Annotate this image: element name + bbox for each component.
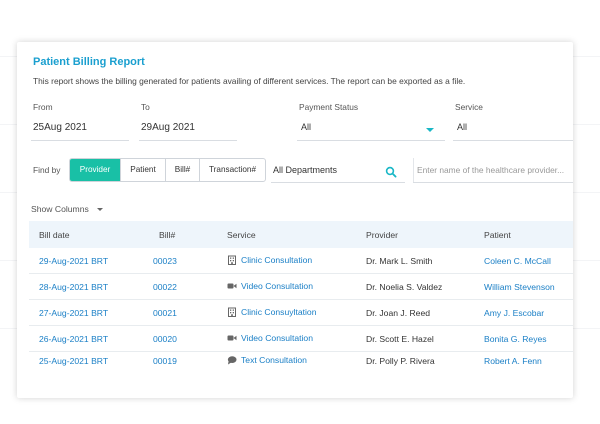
table-row[interactable]: 26-Aug-2021 BRT 00020 Video Consultation… — [29, 326, 573, 352]
service-label: Text Consultation — [241, 355, 307, 365]
from-date-input[interactable]: 25Aug 2021 — [33, 122, 87, 133]
service-cell[interactable]: Text Consultation — [227, 355, 307, 365]
chevron-down-icon — [97, 208, 104, 212]
provider-name: Dr. Polly P. Rivera — [366, 356, 435, 366]
service-label: Clinic Consuyltation — [241, 307, 317, 317]
show-columns-label: Show Columns — [31, 204, 89, 214]
bill-number[interactable]: 00019 — [153, 356, 177, 366]
findby-bill-button[interactable]: Bill# — [166, 159, 200, 181]
to-label: To — [141, 102, 150, 112]
patient-name[interactable]: Robert A. Fenn — [484, 356, 542, 366]
bill-date[interactable]: 25-Aug-2021 BRT — [39, 356, 108, 366]
patient-name[interactable]: Coleen C. McCall — [484, 256, 551, 266]
findby-provider-button[interactable]: Provider — [70, 159, 121, 181]
table-row[interactable]: 27-Aug-2021 BRT 00021 Clinic Consuyltati… — [29, 300, 573, 326]
clinic-icon — [228, 255, 236, 265]
show-columns-button[interactable]: Show Columns — [31, 204, 104, 214]
provider-name: Dr. Scott E. Hazel — [366, 334, 434, 344]
provider-divider — [413, 158, 414, 182]
bill-number[interactable]: 00020 — [153, 334, 177, 344]
findby-patient-button[interactable]: Patient — [121, 159, 166, 181]
service-label: Service — [455, 102, 483, 112]
findby-transaction-button[interactable]: Transaction# — [200, 159, 265, 181]
provider-search-input[interactable]: Enter name of the healthcare provider... — [417, 165, 564, 175]
department-underline — [271, 182, 405, 183]
bill-number[interactable]: 00021 — [153, 308, 177, 318]
provider-name: Dr. Mark L. Smith — [366, 256, 433, 266]
provider-name: Dr. Joan J. Reed — [366, 308, 431, 318]
clinic-icon — [228, 307, 236, 317]
bill-date[interactable]: 28-Aug-2021 BRT — [39, 282, 108, 292]
bill-date[interactable]: 29-Aug-2021 BRT — [39, 256, 108, 266]
table-header: Bill date Bill# Service Provider Patient — [29, 221, 573, 248]
table-row[interactable]: 28-Aug-2021 BRT 00022 Video Consultation… — [29, 274, 573, 300]
service-underline — [453, 140, 573, 141]
findby-segmented-control: Provider Patient Bill# Transaction# — [69, 158, 266, 182]
service-label: Clinic Consultation — [241, 255, 313, 265]
billing-report-card: Patient Billing Report This report shows… — [17, 42, 573, 398]
payment-underline — [297, 140, 445, 141]
report-description: This report shows the billing generated … — [33, 76, 466, 86]
video-icon — [227, 335, 237, 341]
service-cell[interactable]: Video Consultation — [227, 281, 313, 291]
header-service[interactable]: Service — [227, 230, 256, 240]
findby-label: Find by — [33, 165, 61, 175]
bill-number[interactable]: 00022 — [153, 282, 177, 292]
service-cell[interactable]: Clinic Consuyltation — [227, 307, 316, 317]
bill-date[interactable]: 27-Aug-2021 BRT — [39, 308, 108, 318]
provider-name: Dr. Noelia S. Valdez — [366, 282, 443, 292]
chevron-down-icon[interactable] — [426, 128, 434, 132]
service-select[interactable]: All — [457, 122, 467, 132]
table-row[interactable]: 25-Aug-2021 BRT 00019 Text Consultation … — [29, 352, 573, 374]
search-icon[interactable] — [385, 166, 397, 178]
service-label: Video Consultation — [241, 281, 313, 291]
patient-name[interactable]: Amy J. Escobar — [484, 308, 544, 318]
to-date-input[interactable]: 29Aug 2021 — [141, 122, 195, 133]
payment-status-select[interactable]: All — [301, 122, 311, 132]
header-bill-date[interactable]: Bill date — [39, 230, 70, 240]
service-label: Video Consultation — [241, 333, 313, 343]
department-select[interactable]: All Departments — [273, 165, 337, 175]
chat-icon — [227, 356, 237, 365]
header-bill-number[interactable]: Bill# — [159, 230, 175, 240]
to-underline — [139, 140, 237, 141]
payment-status-label: Payment Status — [299, 102, 359, 112]
video-icon — [227, 283, 237, 289]
service-cell[interactable]: Clinic Consultation — [227, 255, 312, 265]
header-patient[interactable]: Patient — [484, 230, 511, 240]
from-underline — [31, 140, 129, 141]
service-cell[interactable]: Video Consultation — [227, 333, 313, 343]
page-title: Patient Billing Report — [33, 56, 145, 68]
patient-name[interactable]: Bonita G. Reyes — [484, 334, 547, 344]
bill-date[interactable]: 26-Aug-2021 BRT — [39, 334, 108, 344]
header-provider[interactable]: Provider — [366, 230, 398, 240]
bill-number[interactable]: 00023 — [153, 256, 177, 266]
table-row[interactable]: 29-Aug-2021 BRT 00023 Clinic Consultatio… — [29, 248, 573, 274]
provider-underline — [413, 182, 573, 183]
from-label: From — [33, 102, 53, 112]
patient-name[interactable]: William Stevenson — [484, 282, 555, 292]
